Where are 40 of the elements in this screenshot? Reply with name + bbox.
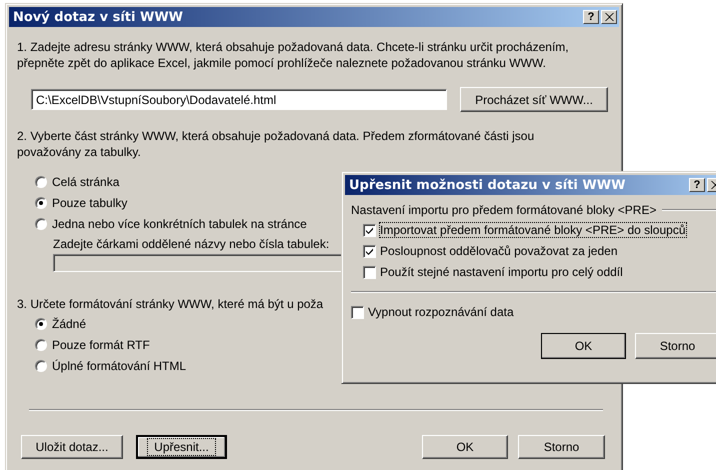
checkbox[interactable] — [363, 266, 376, 278]
checkbox[interactable] — [363, 244, 376, 258]
radio-button[interactable] — [35, 360, 47, 372]
dialog-button[interactable]: Upřesnit... — [136, 435, 227, 459]
check-icon — [365, 226, 374, 234]
radio-button[interactable] — [35, 318, 47, 330]
window-title: Upřesnit možnosti dotazu v síti WWW — [349, 178, 626, 192]
instruction-text: 3. Určete formátování stránky WWW, které má být u poža — [17, 296, 324, 312]
group-label: Nastavení importu pro předem formátované bloky <PRE> — [351, 203, 656, 217]
browse-button[interactable]: Procházet síť WWW... — [460, 87, 608, 112]
radio-label: Pouze formát RTF — [52, 338, 150, 352]
dialog-button[interactable]: Storno — [518, 435, 605, 459]
close-icon — [604, 13, 614, 21]
radio-label: Celá stránka — [52, 174, 120, 188]
radio-button[interactable] — [35, 196, 47, 208]
dialog-button[interactable]: OK — [541, 333, 626, 359]
window-title: Nový dotaz v síti WWW — [13, 10, 184, 24]
dialog-button[interactable]: Storno — [635, 333, 716, 359]
radio-label: Úplné formátování HTML — [52, 358, 186, 372]
radio-label: Pouze tabulky — [52, 196, 128, 210]
dialog-button[interactable]: Uložit dotaz... — [21, 435, 123, 459]
checkbox-label: Posloupnost oddělovačů považovat za jeden — [380, 244, 618, 258]
dialog-button[interactable]: OK — [422, 435, 508, 459]
checkbox-label: Vypnout rozpoznávání data — [368, 305, 514, 319]
address-field[interactable]: C:\ExcelDB\VstupníSoubory\Dodavatelé.html — [31, 89, 447, 110]
help-button[interactable]: ? — [583, 10, 599, 24]
checkbox-label: Použít stejné nastavení importu pro celý oddíl — [380, 265, 623, 279]
help-button[interactable]: ? — [689, 178, 705, 192]
radio-label: Žádné — [52, 316, 86, 330]
radio-button[interactable] — [35, 218, 47, 230]
checkbox-label: Importovat předem formátované bloky <PRE> do sloupců — [380, 223, 686, 237]
instruction-text: 2. Vyberte část stránky WWW, která obsahuje požadovaná data. Předem zformátované části jsou považovány za tabulky. — [17, 128, 536, 160]
radio-button[interactable] — [35, 338, 47, 350]
instruction-text: 1. Zadejte adresu stránky WWW, která obsahuje požadovaná data. Chcete-li stránku určit procházením, přepněte zpět do aplikace Excel, jakmile pomocí prohlížeče naleznete požadovanou stránku WWW. — [17, 39, 570, 71]
close-button[interactable] — [601, 10, 617, 24]
radio-label: Jedna nebo více konkrétních tabulek na stránce — [52, 216, 307, 230]
field-label: Zadejte čárkami oddělené názvy nebo čísla tabulek: — [53, 237, 330, 251]
checkbox[interactable] — [363, 224, 376, 236]
checkbox[interactable] — [351, 306, 364, 318]
radio-button[interactable] — [35, 176, 47, 188]
